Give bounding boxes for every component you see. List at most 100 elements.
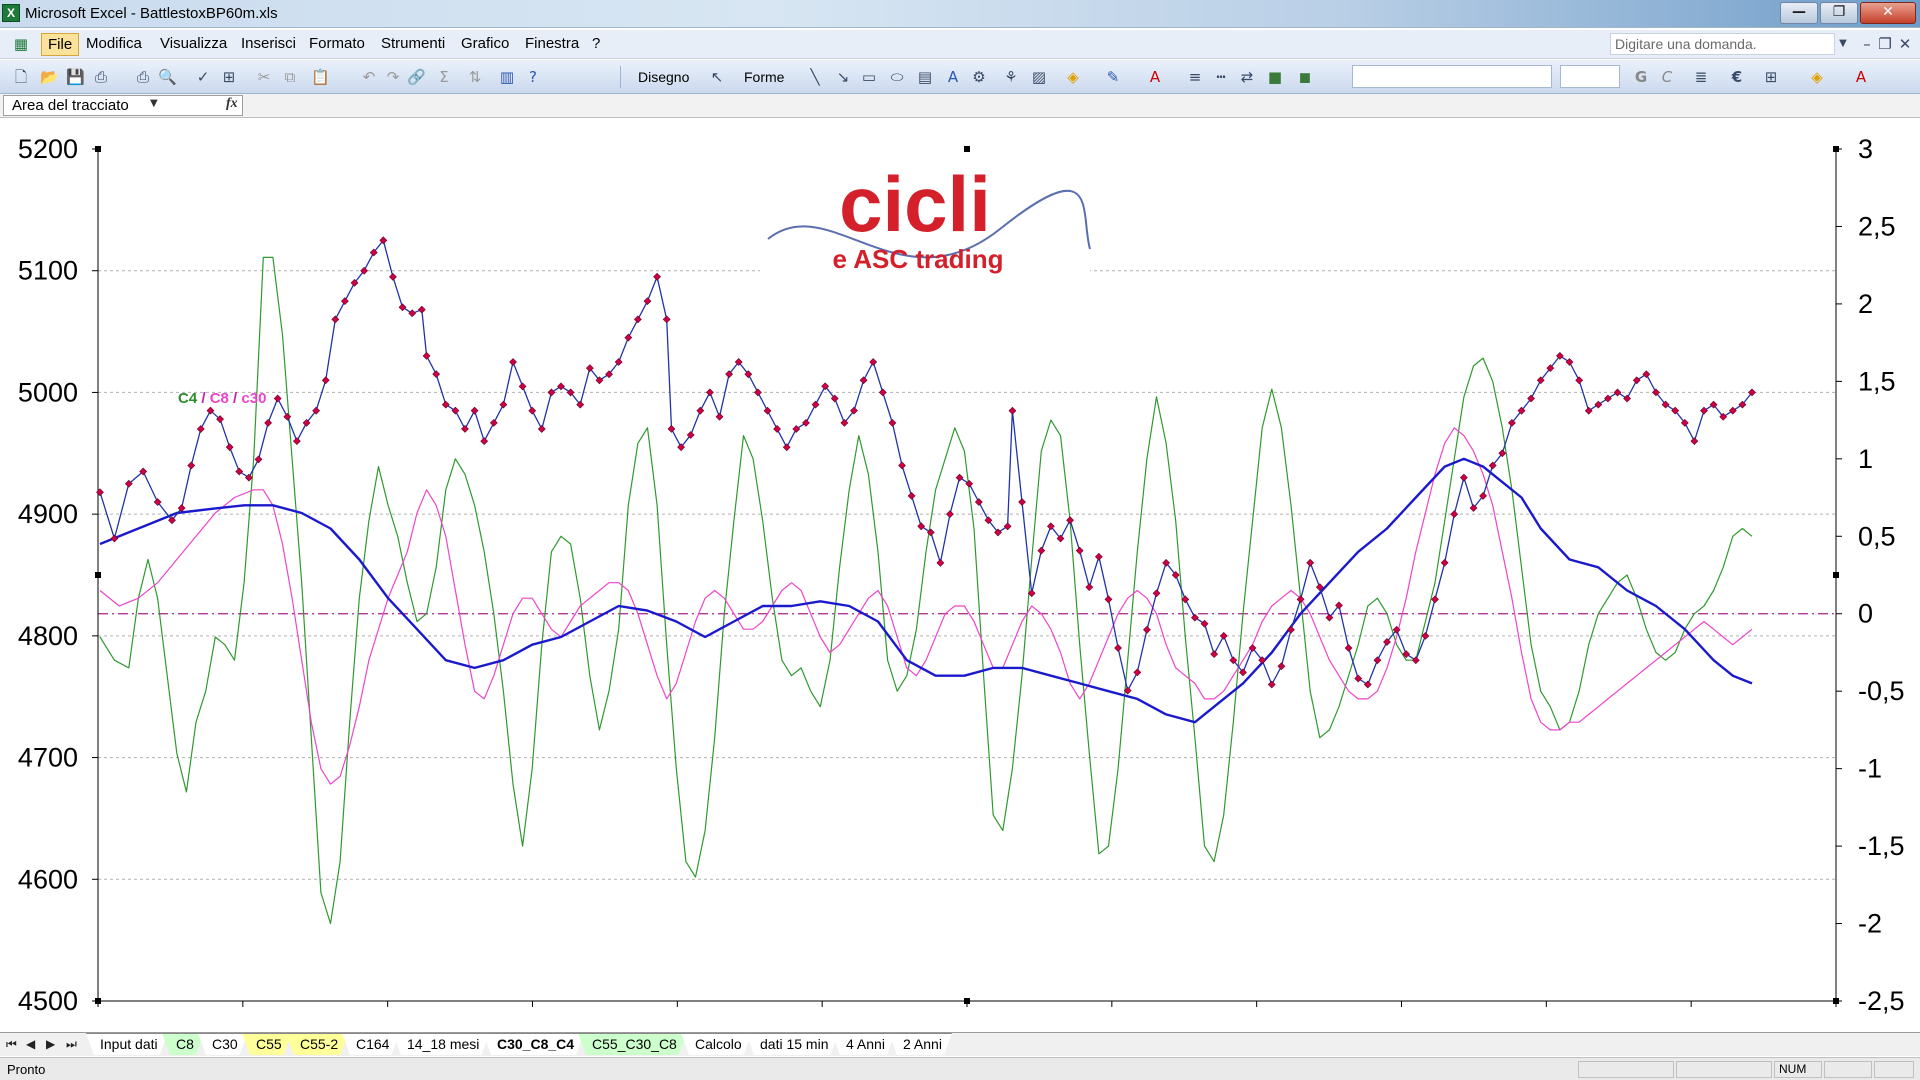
euro-icon[interactable]: € bbox=[1728, 68, 1746, 86]
borders-icon[interactable]: ⊞ bbox=[1762, 68, 1780, 86]
fill-color-2-icon[interactable]: ◈ bbox=[1808, 68, 1826, 86]
dash-style-icon[interactable]: ┅ bbox=[1212, 68, 1230, 86]
sheet-tab[interactable]: 4 Anni bbox=[832, 1033, 895, 1055]
next-sheet-icon[interactable]: ▶ bbox=[46, 1037, 55, 1051]
sheet-tab[interactable]: Calcolo bbox=[681, 1033, 752, 1055]
price-marker bbox=[888, 418, 897, 427]
sheet-tab[interactable]: C164 bbox=[342, 1033, 399, 1055]
font-name-select[interactable] bbox=[1352, 65, 1552, 88]
first-sheet-icon[interactable]: ⏮ bbox=[6, 1037, 17, 1052]
italic-icon[interactable]: C bbox=[1658, 68, 1676, 86]
menu-grafico[interactable]: Grafico bbox=[461, 35, 509, 52]
new-icon[interactable]: 🗋 bbox=[12, 68, 30, 86]
copy-icon[interactable]: ⧉ bbox=[281, 68, 299, 86]
3d-icon[interactable]: ◼ bbox=[1296, 68, 1314, 86]
price-marker bbox=[187, 461, 196, 470]
arrow-icon[interactable]: ↘ bbox=[834, 68, 852, 86]
excel-app-icon[interactable]: X bbox=[2, 4, 20, 22]
bold-icon[interactable]: G bbox=[1632, 68, 1650, 86]
sheet-tab[interactable]: C55-2 bbox=[286, 1033, 348, 1055]
selection-handle[interactable] bbox=[1833, 146, 1839, 152]
print-icon[interactable]: ⎙ bbox=[134, 68, 152, 86]
sheet-tab[interactable]: C30 bbox=[198, 1033, 248, 1055]
clipart-icon[interactable]: ⚘ bbox=[1002, 68, 1020, 86]
doc-restore-icon[interactable]: ❐ bbox=[1876, 35, 1894, 53]
font-color-2-icon[interactable]: A bbox=[1852, 68, 1870, 86]
pointer-icon[interactable]: ↖ bbox=[708, 68, 726, 86]
chevron-down-icon[interactable]: ▼ bbox=[150, 98, 158, 109]
fx-icon[interactable]: fx bbox=[226, 96, 238, 112]
font-size-select[interactable] bbox=[1560, 65, 1620, 88]
doc-close-icon[interactable]: ✕ bbox=[1896, 35, 1914, 53]
rectangle-icon[interactable]: ▭ bbox=[860, 68, 878, 86]
menu-strumenti[interactable]: Strumenti bbox=[381, 35, 445, 52]
research-icon[interactable]: ⊞ bbox=[220, 68, 238, 86]
chart-wizard-icon[interactable]: ▥ bbox=[498, 68, 516, 86]
line-style-icon[interactable]: ≡ bbox=[1186, 68, 1204, 86]
preview-icon[interactable]: 🔍 bbox=[158, 68, 177, 86]
workbook-icon[interactable]: ▦ bbox=[12, 35, 30, 53]
align-icon[interactable]: ≣ bbox=[1692, 68, 1710, 86]
selection-handle[interactable] bbox=[964, 146, 970, 152]
picture-icon[interactable]: ▨ bbox=[1030, 68, 1048, 86]
prev-sheet-icon[interactable]: ◀ bbox=[26, 1037, 35, 1051]
spelling-icon[interactable]: ✓ bbox=[194, 68, 212, 86]
selection-handle[interactable] bbox=[95, 572, 101, 578]
menu-formato[interactable]: Formato bbox=[309, 35, 365, 52]
shapes-menu-button[interactable]: Forme bbox=[744, 69, 784, 85]
name-box[interactable]: Area del tracciato bbox=[3, 95, 243, 116]
wordart-icon[interactable]: A bbox=[944, 68, 962, 86]
price-marker bbox=[792, 425, 801, 433]
price-marker bbox=[1210, 650, 1219, 659]
sheet-tab[interactable]: Input dati bbox=[86, 1033, 168, 1055]
doc-minimize-icon[interactable]: – bbox=[1858, 35, 1876, 53]
hyperlink-icon[interactable]: 🔗 bbox=[407, 68, 426, 86]
chevron-down-icon[interactable]: ▼ bbox=[1834, 35, 1852, 53]
redo-icon[interactable]: ↷ bbox=[384, 68, 402, 86]
help-icon[interactable]: ? bbox=[524, 68, 542, 86]
sheet-tab[interactable]: C55 bbox=[242, 1033, 292, 1055]
save-icon[interactable]: 💾 bbox=[66, 68, 85, 86]
help-question-input[interactable]: Digitare una domanda. bbox=[1610, 33, 1835, 55]
sheet-tab[interactable]: C8 bbox=[162, 1033, 204, 1055]
selection-handle[interactable] bbox=[95, 146, 101, 152]
sheet-tab[interactable]: 2 Anni bbox=[889, 1033, 952, 1055]
close-button[interactable]: ✕ bbox=[1860, 2, 1916, 24]
menu-inserisci[interactable]: Inserisci bbox=[241, 35, 296, 52]
chart-area[interactable]: 5200 5100 5000 4900 4800 4700 4600 4500 3 2,5 2 1,5… bbox=[0, 119, 1920, 1032]
oval-icon[interactable]: ⬭ bbox=[888, 68, 906, 86]
diagram-icon[interactable]: ⚙ bbox=[970, 68, 988, 86]
arrow-style-icon[interactable]: ⇄ bbox=[1238, 68, 1256, 86]
font-color-icon[interactable]: A bbox=[1146, 68, 1164, 86]
menu-file[interactable]: File bbox=[41, 33, 80, 56]
menu-modifica[interactable]: Modifica bbox=[86, 35, 142, 52]
selection-handle[interactable] bbox=[1833, 998, 1839, 1004]
selection-handle[interactable] bbox=[1833, 572, 1839, 578]
sheet-tab[interactable]: dati 15 min bbox=[746, 1033, 838, 1055]
textbox-icon[interactable]: ▤ bbox=[916, 68, 934, 86]
menu-visualizza[interactable]: Visualizza bbox=[160, 35, 227, 52]
series-line-c30 bbox=[99, 457, 1753, 724]
undo-icon[interactable]: ↶ bbox=[360, 68, 378, 86]
draw-menu-button[interactable]: Disegno bbox=[638, 69, 689, 85]
sheet-tab[interactable]: 14_18 mesi bbox=[393, 1033, 489, 1055]
sheet-tab[interactable]: C55_C30_C8 bbox=[578, 1033, 687, 1055]
minimize-button[interactable]: — bbox=[1780, 2, 1818, 24]
open-icon[interactable]: 📂 bbox=[40, 68, 59, 86]
cut-icon[interactable]: ✂ bbox=[255, 68, 273, 86]
line-icon[interactable]: ╲ bbox=[806, 68, 824, 86]
sheet-tab[interactable]: C30_C8_C4 bbox=[483, 1033, 584, 1055]
permission-icon[interactable]: ⎙ bbox=[92, 68, 110, 86]
sigma-icon[interactable]: Σ bbox=[435, 68, 453, 86]
menu-help[interactable]: ? bbox=[592, 35, 600, 52]
restore-button[interactable]: ❐ bbox=[1820, 2, 1858, 24]
line-color-icon[interactable]: ✎ bbox=[1104, 68, 1122, 86]
paste-icon[interactable]: 📋 bbox=[311, 68, 330, 86]
fill-color-icon[interactable]: ◈ bbox=[1064, 68, 1082, 86]
selection-handle[interactable] bbox=[95, 998, 101, 1004]
menu-finestra[interactable]: Finestra bbox=[525, 35, 579, 52]
last-sheet-icon[interactable]: ⏭ bbox=[66, 1037, 77, 1052]
sort-icon[interactable]: ⇅ bbox=[466, 68, 484, 86]
selection-handle[interactable] bbox=[964, 998, 970, 1004]
shadow-icon[interactable]: ■ bbox=[1266, 68, 1284, 86]
